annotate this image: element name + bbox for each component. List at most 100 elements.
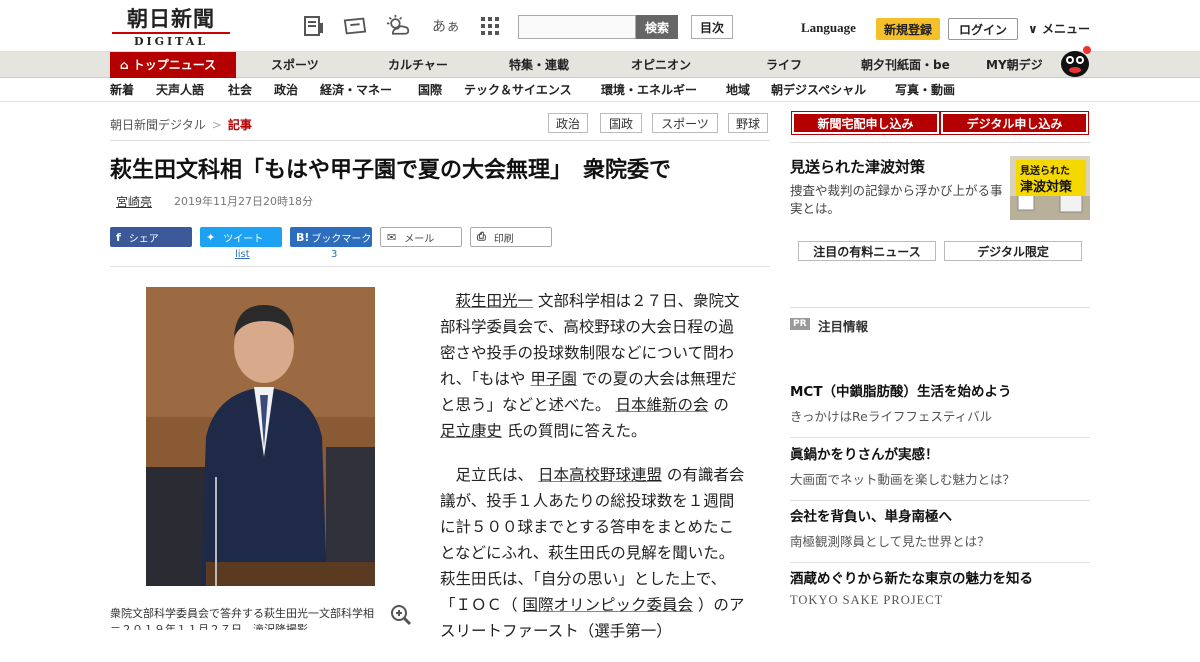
- zoom-icon[interactable]: [390, 604, 412, 626]
- paragraph-text: 氏の質問に答えた。: [502, 422, 647, 440]
- article-paragraph: 萩生田光一 文部科学相は２７日、衆院文部科学委員会で、高校野球の大会日程の過密さ…: [440, 288, 746, 444]
- nav-top-news[interactable]: ⌂ トップニュース: [110, 52, 236, 78]
- tag-politics[interactable]: 政治: [548, 113, 588, 133]
- tag-sports[interactable]: スポーツ: [652, 113, 718, 133]
- nav2-environment[interactable]: 環境・エネルギー: [601, 78, 697, 102]
- breadcrumb-home[interactable]: 朝日新聞デジタル: [110, 118, 206, 132]
- nav-my-asadigi[interactable]: MY朝デジ: [986, 52, 1043, 78]
- twitter-share-button[interactable]: ✦ ツイート: [200, 227, 282, 247]
- site-logo[interactable]: 朝日新聞 DIGITAL: [112, 8, 230, 48]
- grid-menu-icon[interactable]: [478, 14, 502, 38]
- tag-national-politics[interactable]: 国政: [600, 113, 642, 133]
- pr-section-title: 注目情報: [818, 319, 869, 334]
- ad-title[interactable]: 眞鍋かをりさんが実感！: [790, 443, 1090, 463]
- twitter-count[interactable]: list: [235, 249, 250, 260]
- search-button[interactable]: 検索: [636, 15, 678, 39]
- facebook-share-button[interactable]: f シェア: [110, 227, 192, 247]
- ad-item[interactable]: 眞鍋かをりさんが実感！ 大画面でネット動画を楽しむ魅力とは？: [790, 443, 1090, 501]
- keyword-link[interactable]: 日本高校野球連盟: [538, 466, 662, 484]
- nav-features[interactable]: 特集・連載: [509, 52, 569, 78]
- search-input[interactable]: [518, 15, 636, 39]
- font-size-icon[interactable]: あぁ: [431, 14, 461, 38]
- twitter-icon: ✦: [206, 230, 216, 244]
- feature-thumb-text-top: 見送られた: [1020, 166, 1070, 177]
- nav-culture[interactable]: カルチャー: [388, 52, 448, 78]
- newspaper-icon[interactable]: [302, 14, 326, 38]
- ad-item[interactable]: 会社を背負い、単身南極へ 南極観測隊員として見た世界とは？: [790, 505, 1090, 563]
- article-date: 2019年11月27日20時18分: [174, 195, 313, 208]
- nav-newspaper[interactable]: 朝夕刊紙面・be: [861, 52, 950, 78]
- ad-item[interactable]: MCT（中鎖脂肪酸）生活を始めよう きっかけはReライフフェスティバル: [790, 380, 1090, 438]
- home-icon: ⌂: [120, 58, 129, 72]
- mascot-icon[interactable]: [1058, 44, 1092, 78]
- login-button[interactable]: ログイン: [948, 18, 1018, 40]
- article-photo[interactable]: [146, 287, 375, 586]
- ad-item[interactable]: 酒蔵めぐりから新たな東京の魅力を知る TOKYO SAKE PROJECT: [790, 567, 1090, 608]
- digital-subscribe-button[interactable]: デジタル申し込み: [940, 111, 1089, 135]
- ticket-icon[interactable]: [343, 14, 367, 38]
- print-button[interactable]: ⎙ 印刷: [470, 227, 552, 247]
- tag-baseball[interactable]: 野球: [728, 113, 768, 133]
- ad-description: 南極観測隊員として見た世界とは？: [790, 534, 990, 549]
- paragraph-text: の有識者会議が、投手１人あたりの総投球数を１週間に計５００球までとする答申をまと…: [440, 466, 745, 614]
- breadcrumb: 朝日新聞デジタル > 記事: [110, 116, 252, 133]
- nav-life[interactable]: ライフ: [766, 52, 802, 78]
- ad-description: TOKYO SAKE PROJECT: [790, 593, 944, 607]
- feature-description: 捜査や裁判の記録から浮かび上がる事実とは。: [790, 183, 1003, 216]
- ad-title[interactable]: 会社を背負い、単身南極へ: [790, 505, 1090, 525]
- article-title: 萩生田文科相「もはや甲子園で夏の大会無理」 衆院委で: [110, 158, 672, 183]
- facebook-icon: f: [116, 230, 121, 244]
- ad-title[interactable]: MCT（中鎖脂肪酸）生活を始めよう: [790, 380, 1090, 400]
- pr-badge: PR: [790, 318, 810, 330]
- nav2-special[interactable]: 朝デジスペシャル: [771, 78, 866, 102]
- weather-icon[interactable]: [386, 14, 410, 38]
- nav2-politics[interactable]: 政治: [274, 78, 298, 102]
- tab-featured-paid-news[interactable]: 注目の有料ニュース: [798, 241, 936, 261]
- keyword-link[interactable]: 甲子園: [530, 370, 577, 388]
- signup-button[interactable]: 新規登録: [876, 18, 940, 40]
- printer-icon: ⎙: [477, 230, 486, 243]
- feature-thumbnail[interactable]: 見送られた 津波対策: [1010, 156, 1090, 220]
- nav2-economy[interactable]: 経済・マネー: [320, 78, 392, 102]
- nav2-photo-video[interactable]: 写真・動画: [895, 78, 955, 102]
- keyword-link[interactable]: 足立康史: [440, 422, 502, 440]
- menu-button[interactable]: ∨ メニュー: [1028, 20, 1090, 37]
- paragraph-text: 足立氏は、: [455, 466, 538, 484]
- article-paragraph: 足立氏は、 日本高校野球連盟 の有識者会議が、投手１人あたりの総投球数を１週間に…: [440, 462, 746, 644]
- nav2-tech[interactable]: テック＆サイエンス: [464, 78, 572, 102]
- ad-description: きっかけはReライフフェスティバル: [790, 409, 993, 424]
- breadcrumb-separator: >: [211, 118, 222, 132]
- keyword-link[interactable]: 国際オリンピック委員会: [522, 596, 693, 614]
- divider: [110, 266, 770, 267]
- paragraph-text: の: [708, 396, 729, 414]
- divider: [790, 437, 1090, 438]
- tab-digital-exclusive[interactable]: デジタル限定: [944, 241, 1082, 261]
- nav2-region[interactable]: 地域: [726, 78, 750, 102]
- divider: [110, 140, 770, 141]
- newspaper-delivery-button[interactable]: 新聞宅配申し込み: [791, 111, 940, 135]
- language-link[interactable]: Language: [801, 20, 856, 36]
- nav-sports[interactable]: スポーツ: [271, 52, 319, 78]
- divider: [790, 562, 1090, 563]
- chevron-down-icon: ∨: [1028, 22, 1038, 36]
- nav2-society[interactable]: 社会: [228, 78, 252, 102]
- nav2-international[interactable]: 国際: [418, 78, 442, 102]
- hatena-count[interactable]: 3: [331, 249, 337, 260]
- ad-title[interactable]: 酒蔵めぐりから新たな東京の魅力を知る: [790, 567, 1090, 587]
- keyword-link[interactable]: 萩生田光一: [456, 292, 534, 310]
- logo-sub: DIGITAL: [112, 32, 230, 48]
- keyword-link[interactable]: 日本維新の会: [615, 396, 708, 414]
- feature-title[interactable]: 見送られた津波対策: [790, 156, 925, 177]
- hatena-bookmark-button[interactable]: B! ブックマーク: [290, 227, 372, 247]
- article-author[interactable]: 宮崎亮: [116, 193, 152, 210]
- nav2-latest[interactable]: 新着: [110, 78, 134, 102]
- site-header: 朝日新聞 DIGITAL あぁ 検索 目次 Language 新規登録 ログイン…: [0, 0, 1200, 52]
- article-body: 萩生田光一 文部科学相は２７日、衆院文部科学委員会で、高校野球の大会日程の過密さ…: [440, 288, 746, 662]
- mail-share-button[interactable]: ✉ メール: [380, 227, 462, 247]
- menu-label: メニュー: [1041, 22, 1090, 36]
- secondary-nav: 新着 天声人語 社会 政治 経済・マネー 国際 テック＆サイエンス 環境・エネル…: [0, 78, 1200, 102]
- nav-opinion[interactable]: オピニオン: [631, 52, 691, 78]
- toc-button[interactable]: 目次: [691, 15, 733, 39]
- nav2-tenseijingo[interactable]: 天声人語: [156, 78, 204, 102]
- divider: [790, 307, 1090, 308]
